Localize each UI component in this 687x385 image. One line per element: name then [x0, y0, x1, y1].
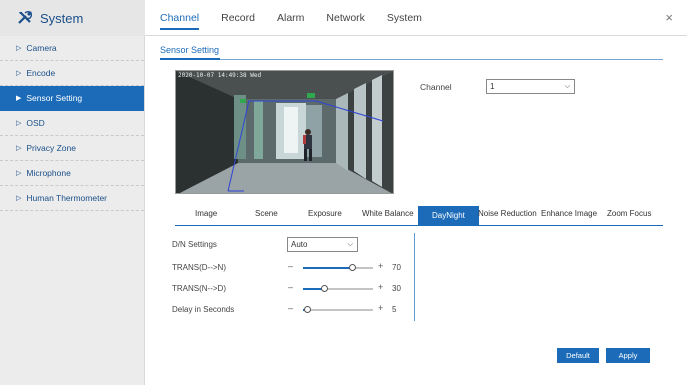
main-tabs: Channel Record Alarm Network System	[160, 0, 444, 36]
delay-increase-button[interactable]: +	[378, 303, 383, 313]
triangle-right-icon: ▶	[16, 95, 22, 102]
trans-nd-decrease-button[interactable]: –	[288, 282, 293, 292]
close-icon[interactable]: ×	[665, 10, 673, 25]
corridor-scene	[176, 71, 393, 193]
triangle-right-icon: ▷	[16, 145, 22, 152]
trans-dn-increase-button[interactable]: +	[378, 261, 383, 271]
section-divider	[160, 59, 663, 60]
trans-dn-slider[interactable]	[303, 264, 373, 271]
section-title: Sensor Setting	[160, 45, 220, 55]
sidebar-item-label: Sensor Setting	[26, 93, 83, 103]
subtab-enhance-image[interactable]: Enhance Image	[541, 209, 597, 218]
trans-nd-value: 30	[392, 284, 401, 293]
subtab-noise-reduction[interactable]: Noise Reduction	[478, 209, 537, 218]
trans-nd-slider-handle[interactable]	[321, 285, 328, 292]
sidebar-item-label: Encode	[26, 68, 56, 78]
sidebar-item-label: Camera	[26, 43, 57, 53]
tools-icon	[18, 10, 33, 24]
sidebar-item-microphone[interactable]: ▷ Microphone	[0, 161, 144, 186]
triangle-right-icon: ▷	[16, 170, 22, 177]
sidebar-item-label: OSD	[26, 118, 45, 128]
video-preview[interactable]: 2020-10-07 14:49:38 Wed	[175, 70, 394, 194]
sidebar-item-human-thermometer[interactable]: ▷ Human Thermometer	[0, 186, 144, 211]
delay-value: 5	[392, 305, 397, 314]
delay-decrease-button[interactable]: –	[288, 303, 293, 313]
subtab-zoom-focus[interactable]: Zoom Focus	[607, 209, 651, 218]
apply-button[interactable]: Apply	[606, 348, 650, 363]
sidebar-item-label: Human Thermometer	[26, 193, 108, 203]
sensor-sub-tabs: Image Scene Exposure White Balance DayNi…	[175, 206, 663, 226]
tab-system[interactable]: System	[387, 0, 422, 36]
sidebar-item-encode[interactable]: ▷ Encode	[0, 61, 144, 86]
sidebar-item-label: Privacy Zone	[26, 143, 76, 153]
app-title: System	[40, 10, 84, 26]
video-osd-timestamp: 2020-10-07 14:49:38 Wed	[178, 72, 262, 79]
trans-nd-increase-button[interactable]: +	[378, 282, 383, 292]
channel-select-value: 1	[490, 82, 495, 91]
section-title-underline	[160, 58, 220, 60]
triangle-right-icon: ▷	[16, 120, 22, 127]
sidebar-item-privacy-zone[interactable]: ▷ Privacy Zone	[0, 136, 144, 161]
subtab-exposure[interactable]: Exposure	[308, 209, 342, 218]
delay-slider[interactable]	[303, 306, 373, 313]
sidebar: ▷ Camera ▷ Encode ▶ Sensor Setting ▷ OSD…	[0, 36, 145, 385]
default-button[interactable]: Default	[557, 348, 599, 363]
tab-network[interactable]: Network	[326, 0, 365, 36]
subtab-scene[interactable]: Scene	[255, 209, 278, 218]
chevron-down-icon: ⌵	[564, 83, 570, 90]
subtab-image[interactable]: Image	[195, 209, 217, 218]
trans-dn-value: 70	[392, 263, 401, 272]
trans-dn-slider-fill	[303, 267, 352, 269]
dn-settings-value: Auto	[291, 240, 308, 249]
trans-dn-label: TRANS(D-->N)	[172, 263, 226, 272]
channel-label: Channel	[420, 82, 452, 92]
delay-label: Delay in Seconds	[172, 305, 235, 314]
dn-settings-label: D/N Settings	[172, 240, 217, 249]
trans-nd-label: TRANS(N-->D)	[172, 284, 226, 293]
triangle-right-icon: ▷	[16, 70, 22, 77]
trans-dn-slider-handle[interactable]	[349, 264, 356, 271]
sidebar-item-sensor-setting[interactable]: ▶ Sensor Setting	[0, 86, 144, 111]
subtab-white-balance[interactable]: White Balance	[362, 209, 414, 218]
sidebar-item-osd[interactable]: ▷ OSD	[0, 111, 144, 136]
tab-channel[interactable]: Channel	[160, 0, 200, 36]
triangle-right-icon: ▷	[16, 45, 22, 52]
delay-slider-handle[interactable]	[303, 306, 311, 313]
channel-select[interactable]: 1 ⌵	[486, 79, 575, 94]
tab-alarm[interactable]: Alarm	[277, 0, 304, 36]
subtab-daynight[interactable]: DayNight	[418, 206, 479, 226]
app-brand: System	[0, 0, 145, 36]
trans-dn-decrease-button[interactable]: –	[288, 261, 293, 271]
triangle-right-icon: ▷	[16, 195, 22, 202]
tab-record[interactable]: Record	[221, 0, 255, 36]
chevron-down-icon: ⌵	[347, 241, 353, 248]
trans-nd-slider[interactable]	[303, 285, 373, 292]
dn-settings-select[interactable]: Auto ⌵	[287, 237, 358, 252]
top-bar: System Channel Record Alarm Network Syst…	[0, 0, 687, 36]
panel-divider	[414, 233, 415, 321]
sidebar-item-camera[interactable]: ▷ Camera	[0, 36, 144, 61]
sidebar-item-label: Microphone	[26, 168, 71, 178]
